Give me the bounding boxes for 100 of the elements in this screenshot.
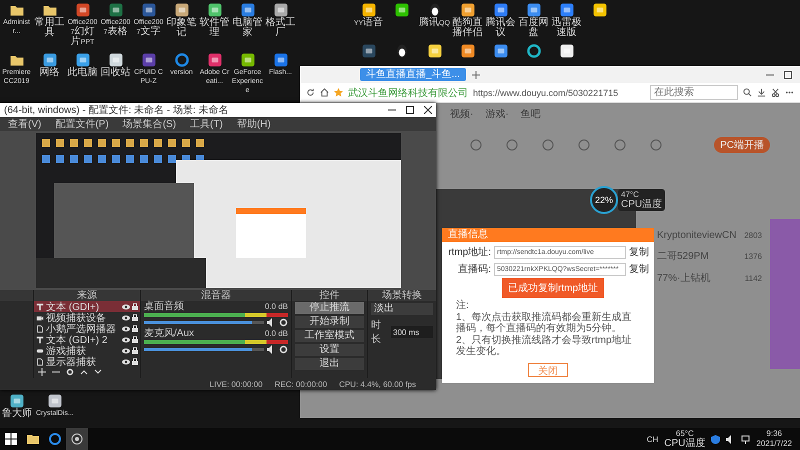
nav-link[interactable]: 游戏· <box>485 107 509 121</box>
plus-icon[interactable] <box>472 70 480 78</box>
language-indicator[interactable]: CH <box>646 434 658 444</box>
app-icon[interactable] <box>526 2 542 18</box>
transition-dropdown[interactable]: 淡出 <box>371 303 433 315</box>
app-icon[interactable] <box>206 2 222 18</box>
power-icon[interactable] <box>526 43 542 59</box>
control-button[interactable]: 开始录制 <box>295 316 364 328</box>
icon-label: 鲁大师 <box>2 409 32 419</box>
settings-icon[interactable] <box>279 318 288 327</box>
control-button[interactable]: 工作室模式 <box>295 330 364 342</box>
eye-icon[interactable] <box>122 314 130 320</box>
shield-icon[interactable] <box>240 2 256 18</box>
app-icon[interactable] <box>174 2 190 18</box>
app-icon[interactable] <box>426 43 442 59</box>
browser-icon[interactable] <box>49 433 61 445</box>
computer-icon[interactable] <box>74 52 90 68</box>
app-icon[interactable] <box>140 2 156 18</box>
eye-icon[interactable] <box>122 304 130 310</box>
home-icon[interactable] <box>320 88 329 97</box>
source-item[interactable]: 视频捕获设备 <box>34 312 140 323</box>
url-text[interactable]: https://www.douyu.com/5030221715 <box>473 88 618 98</box>
menu-item[interactable]: 帮助(H) <box>236 117 271 131</box>
search-icon[interactable] <box>743 88 752 97</box>
copy-link[interactable]: 复制 <box>629 262 649 276</box>
globe-icon[interactable] <box>42 52 58 68</box>
refresh-icon[interactable] <box>306 88 315 97</box>
source-item[interactable]: 文本 (GDI+) <box>34 301 140 312</box>
clock-time[interactable]: 9:36 <box>766 429 782 439</box>
eye-icon[interactable] <box>122 326 130 332</box>
scissors-icon[interactable] <box>771 88 780 97</box>
eye-icon[interactable] <box>122 348 130 354</box>
lock-icon[interactable] <box>132 347 138 354</box>
icon-label: 百度网盘 <box>518 18 550 38</box>
eye-icon[interactable] <box>122 358 130 364</box>
menu-item[interactable]: 工具(T) <box>190 117 223 131</box>
lock-icon[interactable] <box>132 358 138 365</box>
live-timer: LIVE: 00:00:00 <box>210 380 263 388</box>
app-icon[interactable] <box>240 52 256 68</box>
source-item[interactable]: 显示器捕获 <box>34 356 140 367</box>
nav-link[interactable]: 鱼吧 <box>520 107 541 121</box>
app-icon[interactable] <box>108 2 124 18</box>
maximize-icon[interactable] <box>406 106 414 114</box>
app-icon[interactable] <box>74 2 90 18</box>
add-icon[interactable] <box>38 368 46 376</box>
menu-item[interactable]: 配置文件(P) <box>55 117 109 131</box>
rec-timer: REC: 00:00:00 <box>274 380 328 388</box>
control-button[interactable]: 退出 <box>295 358 364 370</box>
settings-icon[interactable] <box>279 345 288 354</box>
app-icon[interactable] <box>272 2 288 18</box>
settings-icon[interactable] <box>66 368 74 376</box>
icon-label: 印象笔记 <box>166 18 198 38</box>
star-icon[interactable] <box>334 88 343 97</box>
eye-icon[interactable] <box>122 336 130 342</box>
channel-name: 桌面音频 <box>144 302 184 312</box>
ring-icon[interactable] <box>174 52 190 68</box>
app-icon[interactable] <box>460 2 476 18</box>
duration-field[interactable]: 300 ms <box>391 326 433 338</box>
clock-date[interactable]: 2021/7/22 <box>756 439 792 449</box>
control-button[interactable]: 设置 <box>295 344 364 356</box>
source-item[interactable]: 文本 (GDI+) 2 <box>34 334 140 345</box>
chat-icon[interactable] <box>394 2 410 18</box>
lock-icon[interactable] <box>132 303 138 310</box>
lock-icon[interactable] <box>132 325 138 332</box>
close-icon[interactable] <box>424 106 432 114</box>
app-icon[interactable] <box>592 2 608 18</box>
app-icon[interactable] <box>460 43 476 59</box>
down-icon[interactable] <box>94 368 102 376</box>
icon-label: 格式工厂 <box>264 18 296 38</box>
app-icon[interactable] <box>272 52 288 68</box>
icon-label: 迅雷极速版 <box>550 18 582 38</box>
menu-item[interactable]: 查看(V) <box>8 117 42 131</box>
download-icon[interactable] <box>757 88 766 97</box>
app-icon[interactable] <box>558 2 574 18</box>
app-icon[interactable] <box>206 52 222 68</box>
control-button[interactable]: 停止推流 <box>295 302 364 314</box>
copy-link[interactable]: 复制 <box>629 245 649 259</box>
maximize-icon[interactable] <box>784 70 792 78</box>
app-icon[interactable] <box>360 2 376 18</box>
nav-link[interactable]: 视频· <box>450 107 474 121</box>
lock-icon[interactable] <box>132 336 138 343</box>
app-icon[interactable] <box>360 43 376 59</box>
lock-icon[interactable] <box>132 314 138 321</box>
app-icon[interactable] <box>558 43 574 59</box>
shield-icon[interactable] <box>711 434 720 444</box>
windows-logo-icon[interactable] <box>5 433 17 445</box>
pc-live-button[interactable]: PC端开播 <box>714 137 770 153</box>
folder-icon[interactable] <box>27 433 39 445</box>
source-item[interactable]: 游戏捕获 <box>34 345 140 356</box>
obs-icon[interactable] <box>71 433 83 445</box>
network-icon[interactable] <box>741 434 750 444</box>
menu-item[interactable]: 场景集合(S) <box>122 117 176 131</box>
app-icon[interactable] <box>140 52 156 68</box>
app-icon[interactable] <box>492 2 508 18</box>
source-item[interactable]: 小鹅严选网播器 <box>34 323 140 334</box>
app-icon[interactable] <box>492 43 508 59</box>
search-field[interactable]: 在此搜索 <box>650 85 738 100</box>
trash-icon[interactable] <box>108 52 124 68</box>
app-icon[interactable] <box>9 393 25 409</box>
up-icon[interactable] <box>80 368 88 376</box>
